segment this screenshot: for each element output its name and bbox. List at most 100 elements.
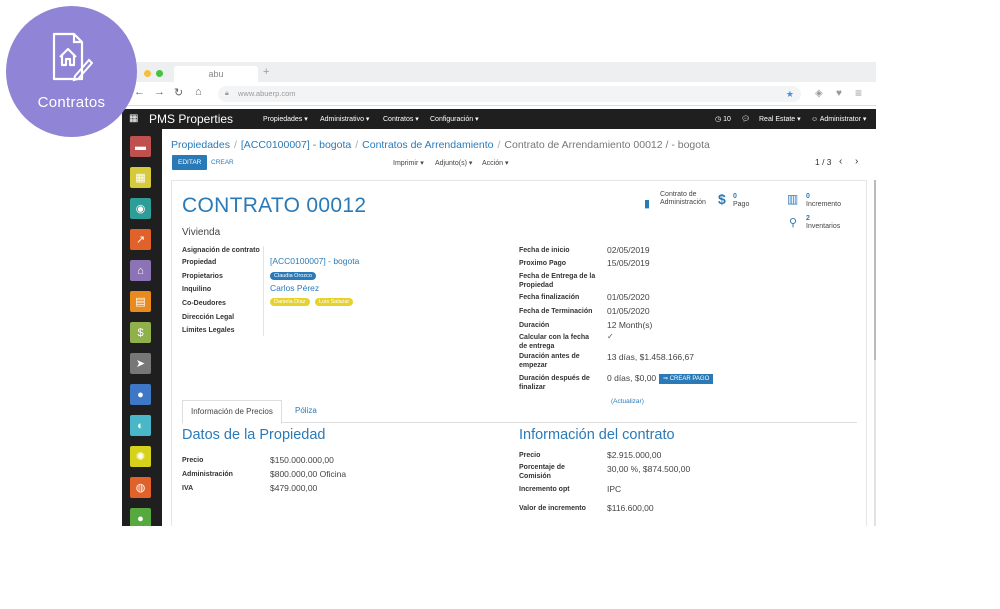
browser-tab[interactable]: abu: [174, 66, 258, 82]
datos-propiedad-heading: Datos de la Propiedad: [182, 427, 326, 443]
chart-up-icon[interactable]: ↗: [130, 229, 151, 250]
breadcrumb: Propiedades / [ACC0100007] - bogota / Contra…: [171, 139, 710, 151]
user-chat-icon[interactable]: ◐: [130, 415, 151, 436]
tab-poliza[interactable]: Póliza: [295, 400, 317, 423]
action-dropdown[interactable]: Acción ▾: [482, 159, 508, 167]
edit-button[interactable]: EDITAR: [172, 155, 208, 170]
incremento-opt-label: Incremento opt: [519, 486, 570, 493]
invoice-icon[interactable]: $: [130, 322, 151, 343]
propiedad-label: Propiedad: [182, 259, 217, 266]
user-menu[interactable]: ☺ Administrator ▾: [811, 115, 866, 123]
menu-propiedades[interactable]: Propiedades ▾: [263, 115, 308, 123]
buildings-icon[interactable]: ⌂: [130, 260, 151, 281]
codeudor-tag[interactable]: Daniela Díaz: [270, 298, 310, 306]
administracion-field: $800.000,00 Oficina: [270, 469, 347, 479]
address-toolbar: ← → ↻ ⌂ 🔒︎ www.abuerp.com ★ ◈ ♥ ≡: [122, 82, 876, 106]
codeudor-tag[interactable]: Luis Salazar: [315, 298, 354, 306]
app-topbar: ▦ PMS Properties Propiedades ▾ Administr…: [122, 109, 876, 129]
duracion-despues-field: 0 días, $0,00: [607, 373, 657, 383]
calcular-label: Calcular con la fecha de entrega: [519, 334, 590, 350]
brand-name: PMS Properties: [149, 112, 234, 126]
notebook-tabs: Información de Precios Póliza: [182, 400, 857, 424]
home-icon[interactable]: ⌂: [195, 86, 202, 98]
duracion-antes-field: 13 días, $1.458.166,67: [607, 352, 694, 362]
pago-button[interactable]: 0 Pago: [733, 193, 749, 209]
pager-prev-icon[interactable]: ‹: [839, 156, 842, 167]
window-minimize-button[interactable]: [144, 70, 151, 77]
incremento-opt-field: IPC: [607, 484, 622, 494]
fecha-inicio-field: 02/05/2019: [607, 245, 650, 255]
proximo-pago-field: 15/05/2019: [607, 258, 650, 268]
fecha-finalizacion-field: 01/05/2020: [607, 292, 650, 302]
contacts-icon[interactable]: ◉: [130, 198, 151, 219]
incremento-button[interactable]: 0 Incremento: [806, 193, 841, 209]
menu-administrativo[interactable]: Administrativo ▾: [320, 115, 369, 123]
contrato-administracion-button[interactable]: Contrato de Administración: [660, 191, 715, 207]
badge-label: Contratos: [37, 94, 106, 111]
direccion-label: Dirección Legal: [182, 314, 235, 321]
send-icon[interactable]: ➤: [130, 353, 151, 374]
breadcrumb-property[interactable]: [ACC0100007] - bogota: [241, 139, 351, 151]
record-subtitle: Vivienda: [182, 227, 221, 238]
fecha-inicio-label: Fecha de inicio: [519, 247, 570, 254]
breadcrumb-propiedades[interactable]: Propiedades: [171, 139, 230, 151]
new-tab-icon[interactable]: +: [263, 66, 269, 78]
contract-house-pen-icon: [52, 32, 93, 82]
shield-icon[interactable]: ◈: [815, 88, 823, 99]
attachments-dropdown[interactable]: Adjunto(s) ▾: [435, 159, 472, 167]
inquilino-field[interactable]: Carlos Pérez: [270, 283, 319, 293]
reload-icon[interactable]: ↻: [174, 86, 183, 99]
url-bar[interactable]: 🔒︎ www.abuerp.com ★: [218, 86, 801, 102]
notifications-button[interactable]: ◷ 10: [715, 115, 731, 123]
menu-contratos[interactable]: Contratos ▾: [383, 115, 419, 123]
propietario-tag[interactable]: Claudia Orozco: [270, 272, 316, 280]
browser-tabbar: abu +: [122, 62, 876, 82]
calcular-checkbox[interactable]: ✓: [607, 332, 614, 341]
codeudores-label: Co-Deudores: [182, 300, 226, 307]
globe-icon[interactable]: ◍: [130, 477, 151, 498]
main-content: Propiedades / [ACC0100007] - bogota / Contra…: [162, 129, 876, 526]
apps-grid-icon[interactable]: ▦: [129, 113, 138, 124]
precio-field: $150.000.000,00: [270, 455, 334, 465]
duracion-despues-label: Duración después de finalizar: [519, 375, 590, 391]
propiedad-field[interactable]: [ACC0100007] - bogota: [270, 256, 359, 266]
comision-field: 30,00 %, $874.500,00: [607, 464, 691, 474]
propietarios-label: Propietarios: [182, 273, 223, 280]
sun-icon[interactable]: ✺: [130, 446, 151, 467]
breadcrumb-contratos[interactable]: Contratos de Arrendamiento: [362, 139, 493, 151]
precio-label: Precio: [182, 457, 204, 464]
window-zoom-button[interactable]: [156, 70, 163, 77]
document-icon[interactable]: ▤: [130, 291, 151, 312]
administracion-label: Administración: [182, 471, 233, 478]
person-icon[interactable]: ●: [130, 508, 151, 526]
proximo-pago-label: Proximo Pago: [519, 260, 567, 267]
fecha-finalizacion-label: Fecha finalización: [519, 294, 580, 301]
duracion-field: 12 Month(s): [607, 320, 653, 330]
crear-pago-button[interactable]: ⇒ CREAR PAGO: [659, 374, 714, 384]
forward-icon[interactable]: →: [154, 86, 165, 98]
url-text: www.abuerp.com: [238, 89, 296, 98]
field-divider: [263, 246, 264, 336]
contrato-precio-field: $2.915.000,00: [607, 450, 662, 460]
dollar-icon: $: [718, 191, 726, 207]
form-sheet: CONTRATO 00012 Vivienda ▮ Contrato de Ad…: [171, 180, 867, 526]
pager-next-icon[interactable]: ›: [855, 156, 858, 167]
print-dropdown[interactable]: Imprimir ▾: [393, 159, 424, 167]
bar-chart-icon: ▥: [787, 192, 799, 206]
messages-icon[interactable]: 💬︎: [741, 115, 750, 123]
bookmark-star-icon[interactable]: ★: [786, 86, 794, 102]
inquilino-label: Inquilino: [182, 286, 212, 293]
create-button[interactable]: CREAR: [211, 155, 234, 170]
menu-configuracion[interactable]: Configuración ▾: [430, 115, 479, 123]
valor-incremento-label: Valor de incremento: [519, 505, 586, 512]
scrollbar-thumb[interactable]: [874, 180, 876, 360]
contratos-badge: Contratos: [6, 6, 137, 137]
tab-informacion-precios[interactable]: Información de Precios: [182, 400, 282, 424]
inventarios-button[interactable]: 2 Inventarios: [806, 215, 840, 231]
users-icon[interactable]: ●: [130, 384, 151, 405]
browser-menu-icon[interactable]: ≡: [855, 86, 862, 100]
company-switcher[interactable]: Real Estate ▾: [759, 115, 801, 123]
chat-icon[interactable]: ▬: [130, 136, 151, 157]
calendar-icon[interactable]: ▦: [130, 167, 151, 188]
heart-icon[interactable]: ♥: [836, 88, 842, 99]
